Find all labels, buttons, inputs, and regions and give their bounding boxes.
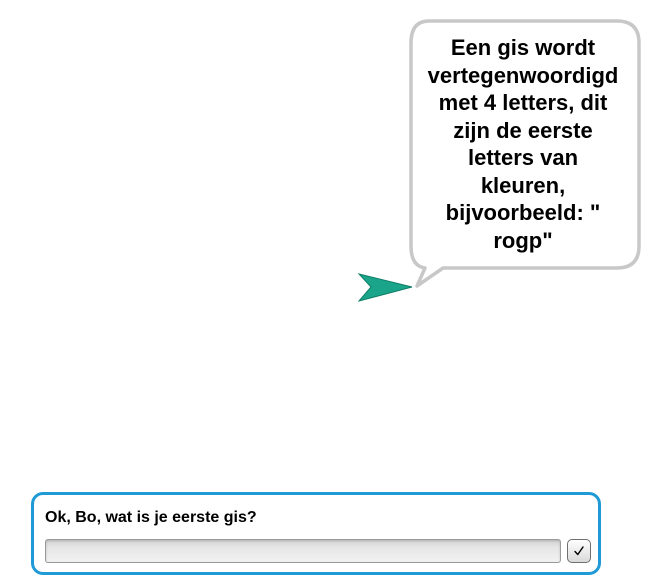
ask-prompt-box: Ok, Bo, wat is je eerste gis? — [31, 492, 601, 575]
stage[interactable]: Een gis wordt vertegenwoordigd met 4 let… — [0, 0, 662, 579]
answer-input[interactable] — [45, 539, 561, 563]
ask-question-label: Ok, Bo, wat is je eerste gis? — [45, 509, 257, 526]
submit-answer-button[interactable] — [567, 539, 591, 563]
speech-bubble-text: Een gis wordt vertegenwoordigd met 4 let… — [427, 35, 619, 253]
checkmark-icon — [574, 546, 584, 556]
